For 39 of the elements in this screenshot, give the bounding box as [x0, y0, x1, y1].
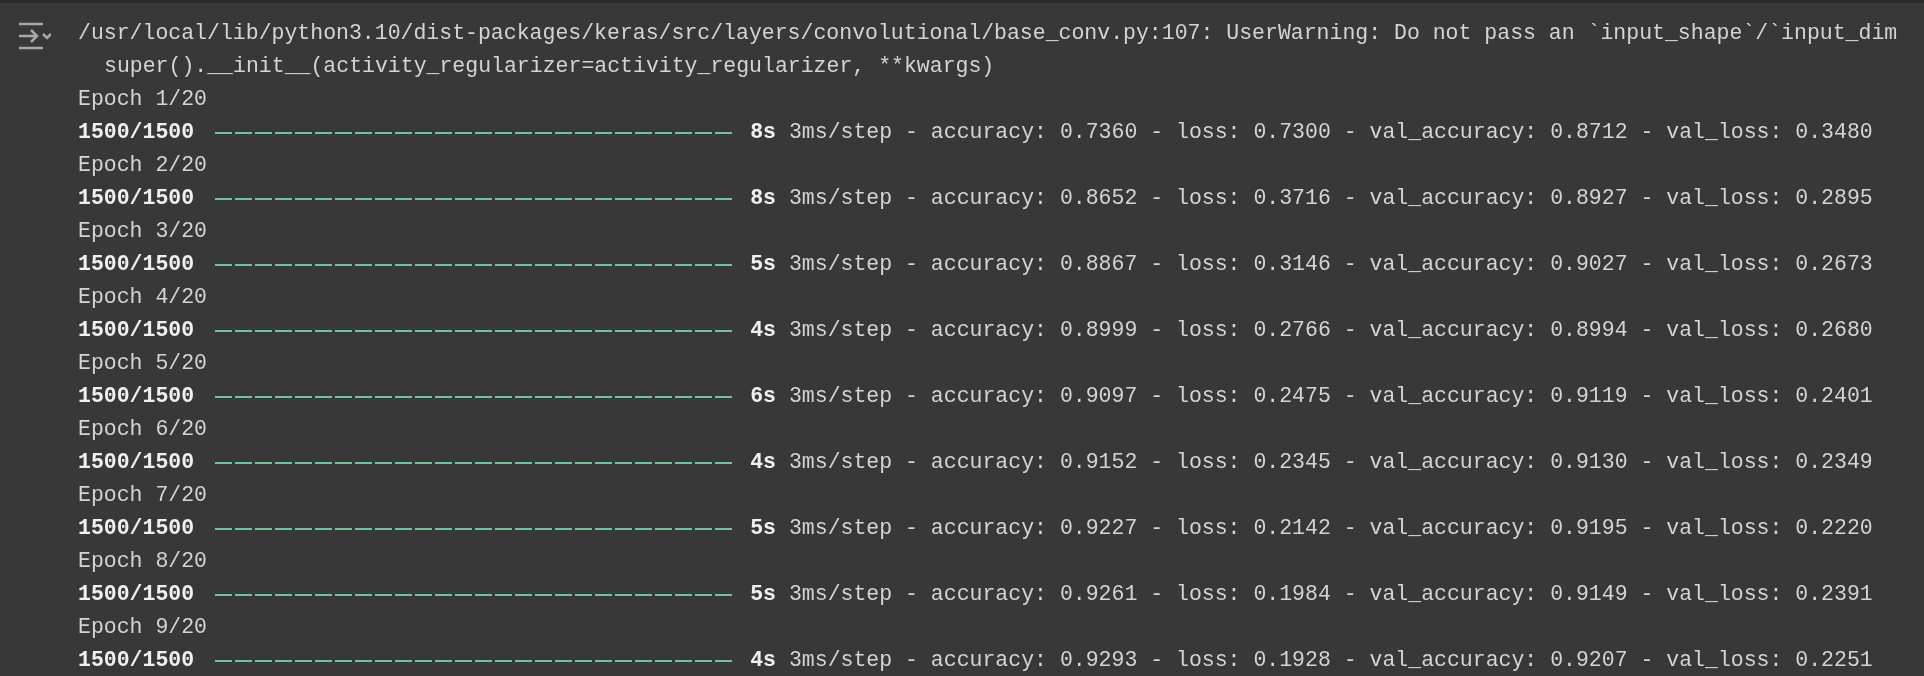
epoch-metrics: 3ms/step - accuracy: 0.9261 - loss: 0.1984 - val_accuracy: 0.9149 - val_loss: 0.2391 [788, 581, 1873, 608]
epoch-label: Epoch 7/20 [78, 483, 208, 507]
epoch-metrics: 3ms/step - accuracy: 0.8867 - loss: 0.3146 - val_accuracy: 0.9027 - val_loss: 0.2673 [788, 251, 1873, 278]
epoch-metrics: 3ms/step - accuracy: 0.8652 - loss: 0.3716 - val_accuracy: 0.8927 - val_loss: 0.2895 [788, 185, 1873, 212]
output-icon[interactable] [17, 21, 51, 51]
epoch-label: Epoch 9/20 [78, 615, 208, 639]
epoch-time: 8s [750, 185, 776, 212]
step-count: 1500/1500 [78, 449, 195, 476]
epoch-label: Epoch 8/20 [78, 549, 208, 573]
epoch-label: Epoch 1/20 [78, 87, 208, 111]
step-count: 1500/1500 [78, 185, 195, 212]
epoch-time: 4s [750, 647, 776, 674]
epoch-time: 5s [750, 251, 776, 278]
epoch-time: 5s [750, 515, 776, 542]
epoch-time: 6s [750, 383, 776, 410]
step-count: 1500/1500 [78, 383, 195, 410]
epoch-label: Epoch 3/20 [78, 219, 208, 243]
step-count: 1500/1500 [78, 317, 195, 344]
epoch-label: Epoch 2/20 [78, 153, 208, 177]
epoch-time: 4s [750, 317, 776, 344]
epoch-metrics: 3ms/step - accuracy: 0.9152 - loss: 0.2345 - val_accuracy: 0.9130 - val_loss: 0.2349 [788, 449, 1873, 476]
warning-code: super().__init__(activity_regularizer=activity_regularizer, **kwargs) [104, 54, 995, 78]
epoch-metrics: 3ms/step - accuracy: 0.9097 - loss: 0.2475 - val_accuracy: 0.9119 - val_loss: 0.2401 [788, 383, 1873, 410]
epoch-metrics: 3ms/step - accuracy: 0.7360 - loss: 0.7300 - val_accuracy: 0.8712 - val_loss: 0.3480 [788, 119, 1873, 146]
step-count: 1500/1500 [78, 251, 195, 278]
epoch-time: 4s [750, 449, 776, 476]
epoch-label: Epoch 5/20 [78, 351, 208, 375]
epoch-time: 8s [750, 119, 776, 146]
step-count: 1500/1500 [78, 515, 195, 542]
epoch-metrics: 3ms/step - accuracy: 0.9227 - loss: 0.2142 - val_accuracy: 0.9195 - val_loss: 0.2220 [788, 515, 1873, 542]
epoch-label: Epoch 4/20 [78, 285, 208, 309]
step-count: 1500/1500 [78, 647, 195, 674]
epoch-metrics: 3ms/step - accuracy: 0.8999 - loss: 0.2766 - val_accuracy: 0.8994 - val_loss: 0.2680 [788, 317, 1873, 344]
warning-message: /usr/local/lib/python3.10/dist-packages/keras/src/layers/convolutional/base_conv.py:107: UserWarning: Do not pass an `input_shape`/`input_dim [78, 21, 1898, 45]
epoch-label: Epoch 6/20 [78, 417, 208, 441]
step-count: 1500/1500 [78, 119, 195, 146]
epoch-metrics: 3ms/step - accuracy: 0.9293 - loss: 0.1928 - val_accuracy: 0.9207 - val_loss: 0.2251 [788, 647, 1873, 674]
step-count: 1500/1500 [78, 581, 195, 608]
epoch-time: 5s [750, 581, 776, 608]
